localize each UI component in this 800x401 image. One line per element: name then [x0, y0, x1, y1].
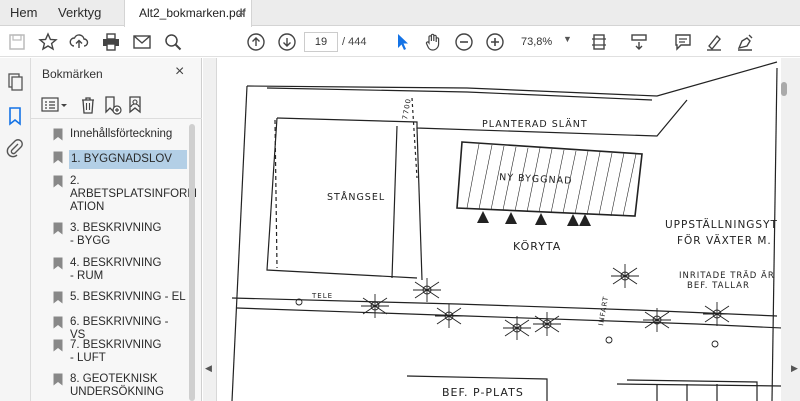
- document-scrollbar[interactable]: [781, 82, 787, 96]
- label-ny-byggnad: NY BYGGNAD: [499, 172, 573, 187]
- label-planterad-slant: PLANTERAD SLÄNT: [482, 119, 588, 130]
- document-view[interactable]: ◀ ▶ PLANTERAD SLÄNT NY BYGGNAD STÅNGSEL …: [203, 58, 800, 401]
- toolbar: 19 / 444 73,8% ▼: [0, 27, 800, 57]
- page-thumbnails-icon[interactable]: [5, 72, 25, 92]
- options-menu-icon[interactable]: [41, 95, 69, 115]
- previous-page-icon[interactable]: [245, 31, 267, 53]
- panel-title: Bokmärken: [42, 67, 103, 81]
- comment-icon[interactable]: [672, 31, 694, 53]
- bookmark-label: 2. ARBETSPLATSINFORM ATION: [70, 175, 197, 213]
- bookmark-flag-icon: [53, 257, 63, 270]
- scroll-mode-icon[interactable]: [628, 31, 650, 53]
- bookmark-label: 4. BESKRIVNING - RUM: [70, 257, 162, 282]
- save-icon[interactable]: [6, 31, 28, 53]
- bookmark-label: 7. BESKRIVNING - LUFT: [70, 339, 162, 364]
- bookmark-label: 5. BESKRIVNING - EL: [70, 291, 186, 303]
- bookmark-label: 3. BESKRIVNING - BYGG: [70, 222, 162, 247]
- panel-scrollbar[interactable]: [189, 124, 195, 401]
- bookmark-flag-icon: [53, 151, 63, 164]
- page-fit-icon[interactable]: [588, 31, 610, 53]
- label-bef-p-plats: BEF. P-PLATS: [442, 386, 524, 399]
- close-tab-icon[interactable]: ×: [237, 5, 245, 20]
- label-tele: TELE: [311, 292, 333, 300]
- label-for-vaxter: FÖR VÄXTER M.: [677, 234, 772, 247]
- page-number-input[interactable]: 19: [304, 32, 338, 52]
- scroll-right-icon[interactable]: ▶: [791, 363, 798, 374]
- bookmark-flag-icon: [53, 128, 63, 141]
- bookmark-flag-icon: [53, 222, 63, 235]
- pdf-viewer-window: Hem Verktyg Alt2_bokmarken.pdf × 19 / 44…: [0, 0, 800, 401]
- print-icon[interactable]: [100, 31, 122, 53]
- label-bef-tallar: BEF. TALLAR: [687, 281, 750, 291]
- label-inritade-trad: INRITADE TRÄD ÄR: [679, 270, 775, 281]
- bookmark-label: 8. GEOTEKNISK UNDERSÖKNING: [70, 373, 164, 398]
- sign-icon[interactable]: [734, 31, 756, 53]
- select-cursor-icon[interactable]: [391, 31, 413, 53]
- bookmark-toolbar: [31, 91, 202, 119]
- star-icon[interactable]: [37, 31, 59, 53]
- label-koryta: KÖRYTA: [513, 240, 561, 253]
- bookmark-properties-icon[interactable]: [126, 95, 146, 115]
- attachments-icon[interactable]: [5, 138, 25, 158]
- document-tab-title: Alt2_bokmarken.pdf: [139, 6, 246, 20]
- navigation-rail: [0, 58, 31, 401]
- label-stangsel: STÅNGSEL: [327, 191, 385, 203]
- label-infart: INFART: [597, 295, 610, 326]
- delete-bookmark-icon[interactable]: [78, 95, 98, 115]
- menu-home[interactable]: Hem: [10, 5, 37, 20]
- menu-tools[interactable]: Verktyg: [58, 5, 101, 20]
- bookmarks-panel: Bokmärken × Innehållsförteckning 1. BYGG…: [31, 58, 202, 401]
- menu-bar: Hem Verktyg Alt2_bokmarken.pdf ×: [0, 0, 800, 27]
- bookmark-flag-icon: [53, 175, 63, 188]
- bookmarks-icon[interactable]: [5, 106, 25, 126]
- hand-tool-icon[interactable]: [422, 31, 444, 53]
- close-panel-icon[interactable]: ×: [175, 63, 184, 81]
- label-dimension: 7700: [401, 97, 413, 120]
- search-icon[interactable]: [162, 31, 184, 53]
- highlight-icon[interactable]: [703, 31, 725, 53]
- zoom-out-icon[interactable]: [453, 31, 475, 53]
- new-bookmark-icon[interactable]: [102, 95, 122, 115]
- next-page-icon[interactable]: [276, 31, 298, 53]
- scroll-left-icon[interactable]: ◀: [205, 363, 212, 374]
- bookmark-label: 1. BYGGNADSLOV: [69, 150, 187, 169]
- label-uppstallningsyta: UPPSTÄLLNINGSYT: [665, 218, 778, 231]
- bookmark-flag-icon: [53, 339, 63, 352]
- upload-cloud-icon[interactable]: [68, 31, 90, 53]
- pdf-page: PLANTERAD SLÄNT NY BYGGNAD STÅNGSEL KÖRY…: [216, 58, 781, 401]
- bookmark-flag-icon: [53, 291, 63, 304]
- bookmark-flag-icon: [53, 316, 63, 329]
- bookmark-label: Innehållsförteckning: [70, 128, 173, 140]
- chevron-down-icon[interactable]: ▼: [563, 34, 572, 44]
- page-total: / 444: [342, 36, 367, 48]
- bookmark-flag-icon: [53, 373, 63, 386]
- zoom-in-icon[interactable]: [484, 31, 506, 53]
- document-tab[interactable]: Alt2_bokmarken.pdf ×: [124, 0, 252, 27]
- email-icon[interactable]: [131, 31, 153, 53]
- site-plan-drawing: PLANTERAD SLÄNT NY BYGGNAD STÅNGSEL KÖRY…: [231, 61, 781, 401]
